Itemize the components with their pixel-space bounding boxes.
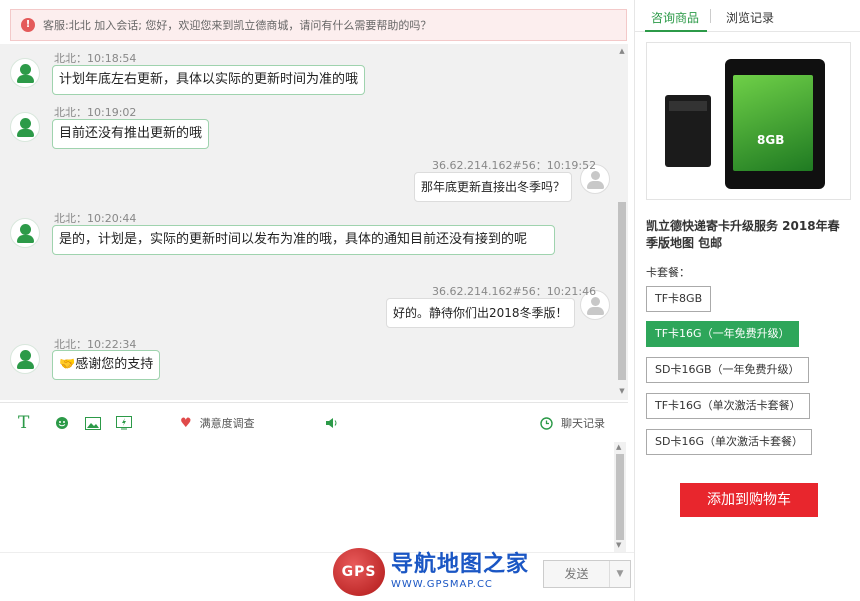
message-input[interactable]	[0, 442, 612, 552]
screenshot-button[interactable]	[116, 414, 132, 432]
heart-icon: ♥	[180, 415, 192, 431]
send-button-group: 发送 ▼	[543, 560, 631, 588]
send-options-dropdown[interactable]: ▼	[610, 561, 630, 587]
message-meta: 北北：10:19:02	[54, 106, 137, 119]
image-button[interactable]	[85, 414, 101, 432]
chat-history-button[interactable]: 聊天记录	[540, 414, 605, 432]
agent-avatar	[10, 218, 40, 248]
font-button[interactable]: T	[18, 413, 30, 433]
satisfaction-survey-button[interactable]: ♥ 满意度调查	[180, 414, 255, 432]
agent-message: 计划年底左右更新，具体以实际的更新时间为准的哦	[52, 65, 366, 95]
session-notice: ! 客服:北北 加入会话; 您好，欢迎您来到凯立德商城，请问有什么需要帮助的吗？	[10, 9, 627, 41]
satisfaction-label: 满意度调查	[199, 417, 255, 430]
notice-text: 客服:北北 加入会话; 您好，欢迎您来到凯立德商城，请问有什么需要帮助的吗？	[43, 19, 432, 32]
chat-toolbar: T ♥ 满意度调查 聊天记录	[0, 402, 628, 442]
screenshot-icon	[116, 415, 132, 429]
product-image[interactable]: 8GB	[646, 42, 851, 200]
clock-icon	[540, 416, 553, 430]
agent-message: 是的，计划是，实际的更新时间以发布为准的哦，具体的通知目前还没有接到的呢	[52, 225, 555, 255]
user-message: 那年底更新直接出冬季吗？	[414, 172, 573, 202]
image-icon	[85, 416, 101, 430]
message-meta: 36.62.214.162#56：10:19:52	[432, 159, 597, 172]
scroll-thumb[interactable]	[618, 202, 626, 380]
font-icon: T	[18, 413, 30, 433]
agent-message: 目前还没有推出更新的哦	[52, 119, 210, 149]
sd-card-image: 8GB	[725, 59, 825, 189]
product-name[interactable]: 凯立德快递寄卡升级服务 2018年春季版地图 包邮	[646, 218, 851, 252]
watermark-url: WWW.GPSMAP.CC	[391, 579, 493, 590]
message-meta: 36.62.214.162#56：10:21:46	[432, 285, 597, 298]
add-to-cart-button[interactable]: 添加到购物车	[680, 483, 818, 517]
agent-avatar	[10, 344, 40, 374]
smiley-icon	[56, 417, 68, 429]
watermark-text: 导航地图之家 WWW.GPSMAP.CC	[391, 552, 529, 592]
scroll-down-icon[interactable]: ▼	[616, 541, 621, 549]
tab-browse-history[interactable]: 浏览记录	[726, 9, 774, 26]
sound-button[interactable]	[325, 414, 338, 432]
watermark-title: 导航地图之家	[391, 552, 530, 577]
tab-divider	[710, 9, 711, 23]
option-tf-16g-free-upgrade[interactable]: TF卡16G（一年免费升级）	[646, 321, 799, 347]
side-tabs: 咨询商品 浏览记录	[635, 0, 860, 32]
message-list[interactable]: 北北：10:18:54 计划年底左右更新，具体以实际的更新时间为准的哦 北北：1…	[0, 44, 628, 400]
user-message: 好的。静待你们出2018冬季版！	[386, 298, 575, 328]
scroll-up-icon[interactable]: ▲	[616, 443, 621, 451]
option-sd-16gb-free-upgrade[interactable]: SD卡16GB（一年免费升级）	[646, 357, 809, 383]
compose-scrollbar[interactable]: ▲ ▼	[614, 442, 626, 552]
agent-message-text: 感谢您的支持	[75, 357, 154, 372]
scroll-up-icon[interactable]: ▲	[618, 46, 626, 56]
agent-avatar	[10, 112, 40, 142]
message-meta: 北北：10:18:54	[54, 52, 137, 65]
handshake-icon: 🤝	[59, 357, 76, 372]
agent-avatar	[10, 58, 40, 88]
active-tab-indicator	[645, 30, 707, 32]
watermark-logo: GPS 导航地图之家 WWW.GPSMAP.CC	[333, 546, 543, 598]
options-title: 卡套餐：	[646, 266, 690, 279]
chat-panel: ! 客服:北北 加入会话; 您好，欢迎您来到凯立德商城，请问有什么需要帮助的吗？…	[0, 0, 634, 601]
send-button[interactable]: 发送	[544, 561, 610, 587]
gps-badge: GPS	[333, 548, 385, 596]
product-panel: 咨询商品 浏览记录 8GB 凯立德快递寄卡升级服务 2018年春季版地图 包邮 …	[634, 0, 860, 601]
compose-area: ▲ ▼	[0, 442, 628, 552]
tab-consult-product[interactable]: 咨询商品	[651, 9, 699, 26]
sd-card-capacity: 8GB	[757, 133, 785, 147]
message-scrollbar[interactable]: ▲ ▼	[616, 44, 628, 400]
scroll-thumb[interactable]	[616, 454, 624, 540]
agent-message: 🤝感谢您的支持	[52, 350, 161, 380]
option-tf-8gb[interactable]: TF卡8GB	[646, 286, 712, 312]
sd-card-label	[733, 75, 813, 171]
option-tf-16g-single[interactable]: TF卡16G（单次激活卡套餐）	[646, 393, 810, 419]
message-meta: 北北：10:20:44	[54, 212, 137, 225]
speaker-icon	[326, 418, 337, 428]
microsd-card-image	[665, 95, 711, 167]
scroll-down-icon[interactable]: ▼	[618, 386, 626, 396]
option-sd-16g-single[interactable]: SD卡16G（单次激活卡套餐）	[646, 429, 812, 455]
chat-history-label: 聊天记录	[561, 417, 605, 430]
alert-icon: !	[21, 18, 35, 32]
emoji-button[interactable]	[55, 414, 69, 432]
